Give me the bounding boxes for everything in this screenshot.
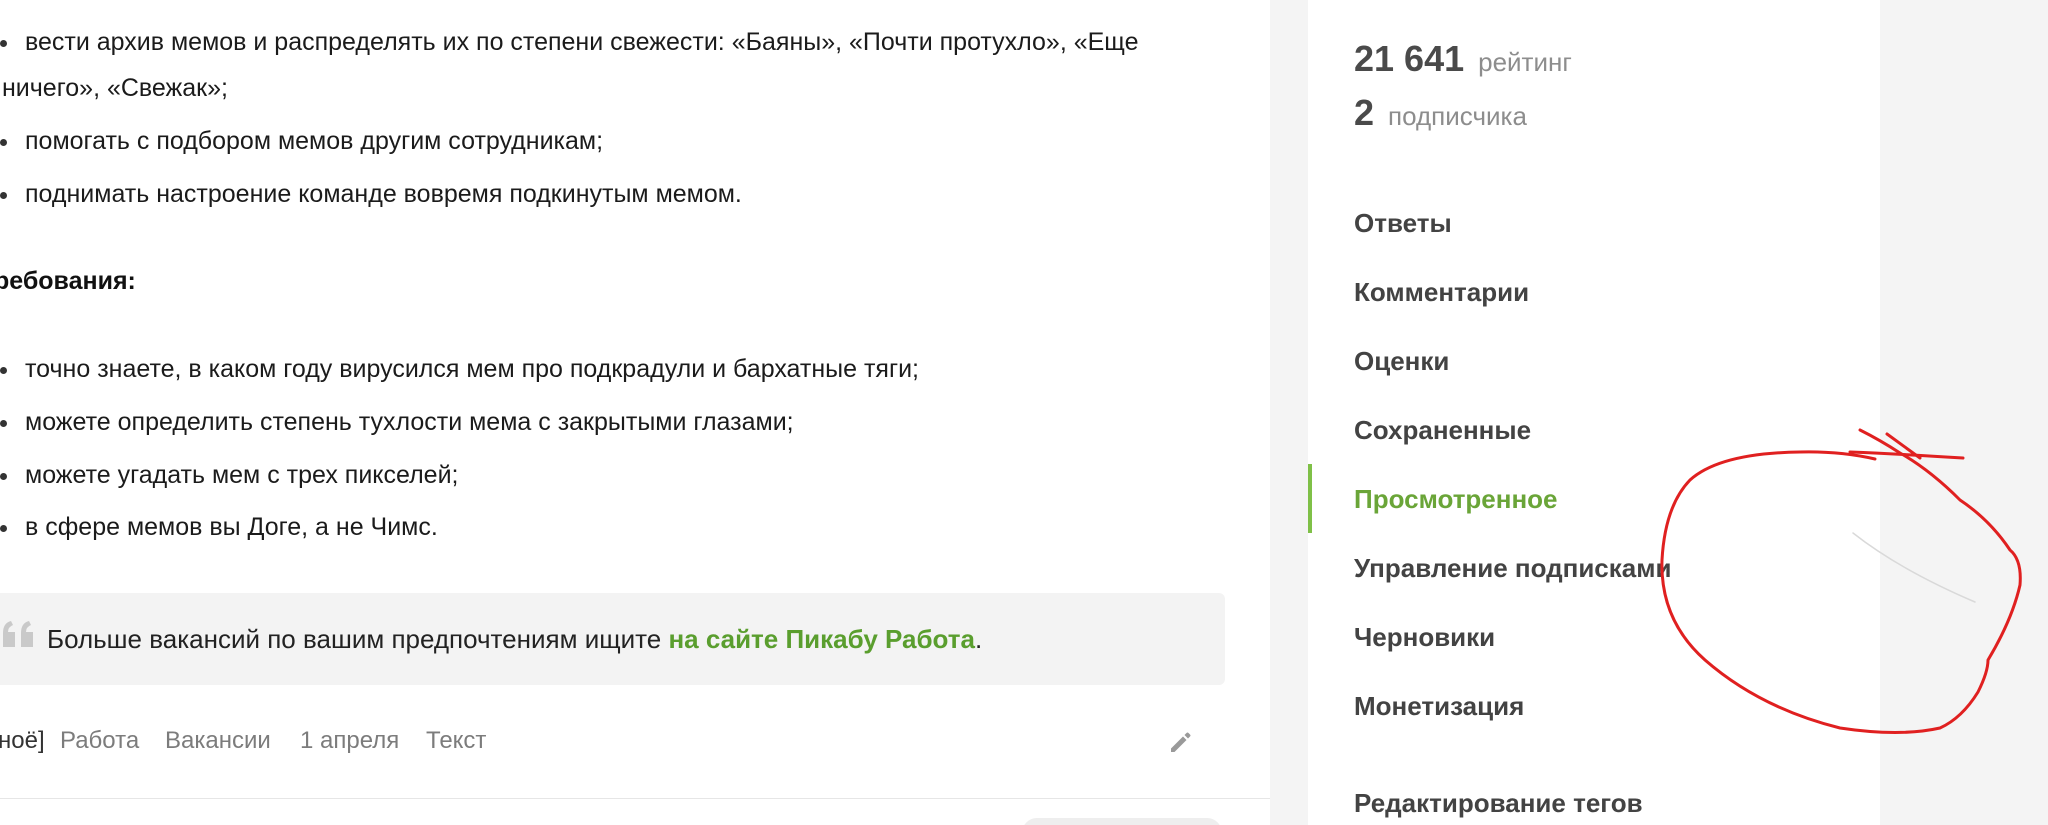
bullet-icon [0,420,7,427]
list-item-continuation: ничего», «Свежак»; [2,71,228,105]
bullet-icon [0,367,7,374]
bullet-icon [0,139,7,146]
list-item-text: ничего», «Свежак»; [2,74,228,102]
list-item-text: помогать с подбором мемов другим сотрудн… [25,127,604,155]
list-item-text: точно знаете, в каком году вирусился мем… [25,355,919,383]
menu-item-saved[interactable]: Сохраненные [1354,413,1531,447]
rating-label: рейтинг [1478,47,1572,77]
tag-april-1[interactable]: 1 апреля [300,724,399,758]
blockquote: Больше вакансий по вашим предпочтениям и… [0,593,1225,685]
bullet-icon [0,40,7,47]
tag-work[interactable]: Работа [60,724,139,758]
menu-item-monetization[interactable]: Монетизация [1354,689,1524,723]
bullet-icon [0,473,7,480]
tag-cut[interactable]: ноё] [0,724,45,758]
rating-value: 21 641 [1354,38,1465,79]
bullet-icon [0,192,7,199]
menu-item-edit-tags[interactable]: Редактирование тегов [1354,786,1643,820]
quote-tail: . [974,624,983,654]
active-indicator [1308,464,1312,533]
quote-body: Больше вакансий по вашим предпочтениям и… [47,624,669,654]
section-heading: ребования: [0,267,136,295]
pikabu-work-link[interactable]: на сайте Пикабу Работа [668,624,975,654]
menu-item-viewed[interactable]: Просмотренное [1354,482,1558,516]
subscribers-value: 2 [1354,92,1375,133]
divider [0,798,1270,799]
bullet-icon [0,525,7,532]
tag-text[interactable]: Текст [426,724,486,758]
subscribers-stat: 2 подписчика [1354,92,1527,134]
list-item-text: в сфере мемов вы Доге, а не Чимс. [25,513,438,541]
article-content: вести архив мемов и распределять их по с… [0,0,1270,825]
rating-stat: 21 641 рейтинг [1354,38,1572,80]
pencil-icon[interactable] [1167,728,1195,756]
quote-icon [3,621,33,647]
article-body: вести архив мемов и распределять их по с… [0,0,1270,825]
list-item-text: поднимать настроение команде вовремя под… [25,180,742,208]
menu-item-comments[interactable]: Комментарии [1354,275,1529,309]
profile-sidebar: 21 641 рейтинг 2 подписчика Ответы Коммент… [1308,0,1880,825]
tag-vacancies[interactable]: Вакансии [165,724,271,758]
menu-item-drafts[interactable]: Черновики [1354,620,1495,654]
menu-item-answers[interactable]: Ответы [1354,206,1452,240]
list-item-text: можете определить степень тухлости мема … [25,408,794,436]
menu-item-subscriptions[interactable]: Управление подписками [1354,551,1671,585]
comment-button[interactable] [1022,818,1222,825]
quote-text: Больше вакансий по вашим предпочтениям и… [47,622,982,656]
list-item-text: можете угадать мем с трех пикселей; [25,461,459,489]
menu-item-ratings[interactable]: Оценки [1354,344,1449,378]
list-item-text: вести архив мемов и распределять их по с… [25,28,1139,56]
subscribers-label: подписчика [1388,101,1527,131]
